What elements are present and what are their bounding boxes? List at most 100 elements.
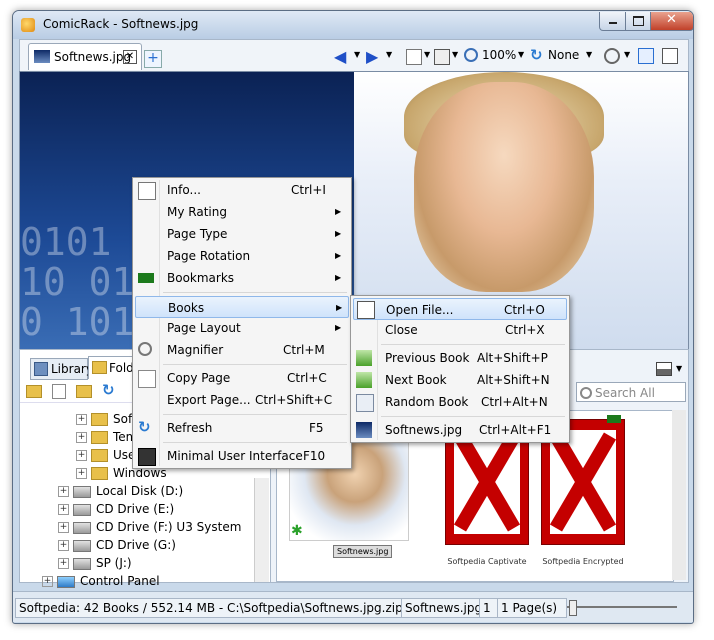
thumbnail-scrollbar[interactable] xyxy=(672,410,686,580)
menu-item-my-rating[interactable]: My Rating ▶ xyxy=(135,202,347,222)
expand-icon[interactable]: + xyxy=(58,522,69,533)
info-icon xyxy=(138,182,156,200)
tree-scrollbar[interactable] xyxy=(254,478,269,582)
expand-icon[interactable]: + xyxy=(76,450,87,461)
menu-item-shortcut: Ctrl+C xyxy=(287,371,327,385)
submenu-item-softnews[interactable]: Softnews.jpg Ctrl+Alt+F1 xyxy=(353,420,565,440)
layout-dropdown-icon[interactable]: ▼ xyxy=(676,364,682,373)
random-book-icon xyxy=(356,394,374,412)
layout-toggle-icon[interactable] xyxy=(656,362,672,376)
minimize-button[interactable] xyxy=(599,12,627,31)
expand-icon[interactable]: + xyxy=(58,504,69,515)
tree-item-label: CD Drive (F:) U3 System xyxy=(96,520,242,534)
menu-item-label: Info... xyxy=(167,183,201,197)
forward-arrow-icon[interactable]: ▶ xyxy=(366,47,378,66)
forward-dropdown-icon[interactable]: ▼ xyxy=(386,50,392,59)
menu-item-label: Books xyxy=(168,301,205,315)
submenu-item-next-book[interactable]: Next Book Alt+Shift+N xyxy=(353,370,565,390)
tab-close-icon[interactable]: ✕ xyxy=(123,50,137,64)
tree-item[interactable]: + SP (J:) xyxy=(58,556,132,570)
menu-item-export-page[interactable]: Export Page... Ctrl+Shift+C xyxy=(135,390,347,410)
refresh-tree-icon[interactable]: ↻ xyxy=(102,381,115,399)
tree-item-label: CD Drive (E:) xyxy=(96,502,175,516)
folder-up-icon[interactable] xyxy=(26,385,42,398)
context-menu: Info... Ctrl+I My Rating ▶ Page Type ▶ Page… xyxy=(132,177,352,469)
menu-item-books[interactable]: Books ▶ xyxy=(135,296,349,318)
maximize-button[interactable] xyxy=(625,12,652,31)
thumbnail-caption: Softnews.jpg xyxy=(333,545,393,558)
submenu-arrow-icon: ▶ xyxy=(335,323,342,332)
tree-item[interactable]: + CD Drive (G:) xyxy=(58,538,176,552)
page-display-icon[interactable] xyxy=(406,49,422,65)
menu-item-page-layout[interactable]: Page Layout ▶ xyxy=(135,318,347,338)
folder-icon xyxy=(91,449,108,462)
rotation-value[interactable]: None xyxy=(548,48,579,62)
expand-icon[interactable]: + xyxy=(58,486,69,497)
expand-icon[interactable]: + xyxy=(76,432,87,443)
expand-icon[interactable]: + xyxy=(42,576,53,587)
open-folder-icon[interactable] xyxy=(76,385,92,398)
back-arrow-icon[interactable]: ◀ xyxy=(334,47,346,66)
menu-item-page-type[interactable]: Page Type ▶ xyxy=(135,224,347,244)
menu-item-refresh[interactable]: ↻ Refresh F5 xyxy=(135,418,347,438)
expand-icon[interactable]: + xyxy=(58,540,69,551)
submenu-item-previous-book[interactable]: Previous Book Alt+Shift+P xyxy=(353,348,565,368)
menu-item-page-rotation[interactable]: Page Rotation ▶ xyxy=(135,246,347,266)
restore-window-icon[interactable] xyxy=(662,48,678,64)
hard-drive-icon xyxy=(73,485,91,498)
title-bar[interactable]: ComicRack - Softnews.jpg ✕ xyxy=(13,11,693,39)
back-dropdown-icon[interactable]: ▼ xyxy=(354,50,360,59)
rotate-icon[interactable]: ↻ xyxy=(530,46,543,64)
menu-item-shortcut: Ctrl+Shift+C xyxy=(255,393,333,407)
copy-icon xyxy=(138,370,156,388)
submenu-item-random-book[interactable]: Random Book Ctrl+Alt+N xyxy=(353,392,565,412)
tab-softnews[interactable]: Softnews.jpg ✕ xyxy=(28,43,142,70)
tree-item-label: CD Drive (G:) xyxy=(96,538,176,552)
books-submenu: Open File... Ctrl+O Close Ctrl+X Previous … xyxy=(350,295,570,443)
zoom-icon[interactable] xyxy=(464,48,478,62)
comicrack-app-icon[interactable] xyxy=(21,18,35,32)
search-input[interactable]: Search All xyxy=(576,382,686,402)
status-page: 1 xyxy=(479,598,499,618)
tree-item[interactable]: + Control Panel xyxy=(42,574,160,588)
expand-icon[interactable]: + xyxy=(76,414,87,425)
magnifier-tool-icon[interactable] xyxy=(604,48,620,64)
menu-item-info[interactable]: Info... Ctrl+I xyxy=(135,180,347,200)
fit-width-icon[interactable] xyxy=(434,49,450,65)
expand-icon[interactable]: + xyxy=(76,468,87,479)
folder-icon xyxy=(91,431,108,444)
magnifier-dropdown-icon[interactable]: ▼ xyxy=(624,50,630,59)
fit-dropdown-icon[interactable]: ▼ xyxy=(452,50,458,59)
close-button[interactable]: ✕ xyxy=(650,12,693,31)
page-slider-thumb[interactable] xyxy=(569,600,577,616)
status-summary: Softpedia: 42 Books / 552.14 MB - C:\Sof… xyxy=(15,598,403,618)
page-display-dropdown-icon[interactable]: ▼ xyxy=(424,50,430,59)
menu-separator xyxy=(163,442,347,443)
menu-item-minimal-ui[interactable]: Minimal User Interface F10 xyxy=(135,446,347,466)
new-folder-icon[interactable] xyxy=(52,384,66,399)
photo-portrait xyxy=(414,82,594,292)
menu-item-bookmarks[interactable]: Bookmarks ▶ xyxy=(135,268,347,288)
fullscreen-icon[interactable] xyxy=(638,48,654,64)
page-slider[interactable] xyxy=(567,606,677,608)
rotation-dropdown-icon[interactable]: ▼ xyxy=(586,50,592,59)
zoom-level[interactable]: 100% xyxy=(482,48,516,62)
cd-drive-icon xyxy=(73,521,91,534)
add-tab-button[interactable]: + xyxy=(144,50,162,68)
zoom-dropdown-icon[interactable]: ▼ xyxy=(518,50,524,59)
menu-item-magnifier[interactable]: Magnifier Ctrl+M xyxy=(135,340,347,360)
tree-item[interactable]: + Local Disk (D:) xyxy=(58,484,183,498)
search-icon xyxy=(580,387,592,399)
menu-item-copy-page[interactable]: Copy Page Ctrl+C xyxy=(135,368,347,388)
menu-item-label: Minimal User Interface xyxy=(167,449,303,463)
library-tab[interactable]: Library xyxy=(30,358,93,380)
menu-item-shortcut: Ctrl+Alt+F1 xyxy=(479,423,552,437)
menu-item-label: My Rating xyxy=(167,205,227,219)
open-file-icon xyxy=(357,301,375,319)
submenu-item-open-file[interactable]: Open File... Ctrl+O xyxy=(353,298,567,320)
tree-item[interactable]: + CD Drive (F:) U3 System xyxy=(58,520,241,534)
submenu-item-close[interactable]: Close Ctrl+X xyxy=(353,320,565,340)
expand-icon[interactable]: + xyxy=(58,558,69,569)
tree-item[interactable]: + CD Drive (E:) xyxy=(58,502,174,516)
menu-item-label: Bookmarks xyxy=(167,271,235,285)
